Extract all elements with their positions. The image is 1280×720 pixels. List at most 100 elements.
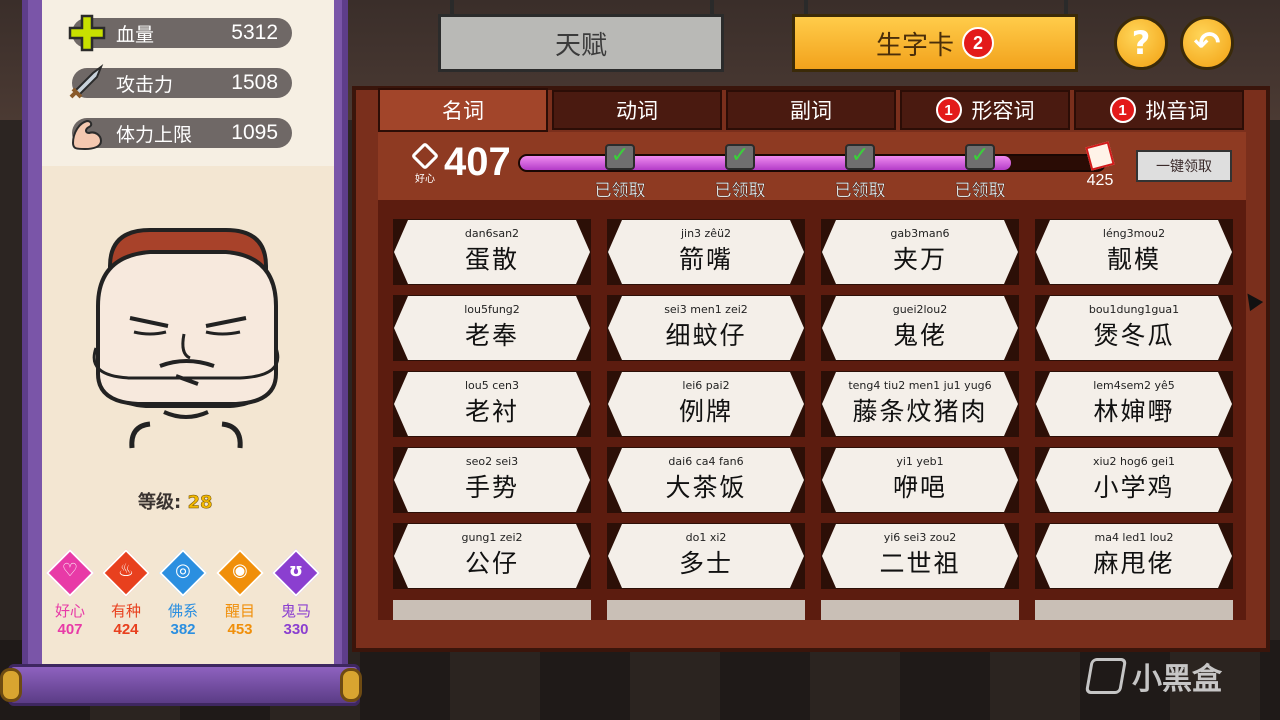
next-reward[interactable]: 425 (1080, 141, 1120, 190)
word-card-pinyin: do1 xi2 (685, 531, 727, 544)
attribute-glyph: ʊ (289, 560, 303, 581)
word-card-pinyin: lem4sem2 yê5 (1093, 379, 1175, 392)
watermark: 小黑盒 (1084, 654, 1222, 698)
attribute-value: 453 (227, 621, 253, 638)
tab-onomatopoeia[interactable]: 1 拟音词 (1074, 90, 1244, 130)
word-card-characters: 靓模 (1106, 245, 1161, 274)
word-card[interactable]: lei6 pai2 例牌 (608, 372, 804, 436)
word-card-pinyin: lou5fung2 (464, 303, 520, 316)
stat-attack: 攻击力 1508 (69, 64, 292, 99)
word-card[interactable]: guei2lou2 鬼佬 (822, 296, 1018, 360)
milestone-status: 已领取 (954, 181, 1006, 201)
attribute-value: 382 (170, 621, 196, 638)
word-card[interactable]: xiu2 hog6 gei1 小学鸡 (1036, 448, 1232, 512)
word-card[interactable]: yi1 yeb1 咿唈 (822, 448, 1018, 512)
word-card-characters: 煲冬瓜 (1093, 321, 1175, 350)
tab-adjectives[interactable]: 1 形容词 (900, 90, 1070, 130)
attribute-xingmu[interactable]: ◉ 醒目 453 (212, 548, 268, 638)
attribute-foxi[interactable]: ◎ 佛系 382 (155, 548, 211, 638)
word-card[interactable]: lem4sem2 yê5 林婶嘢 (1036, 372, 1232, 436)
attribute-glyph: ◎ (175, 560, 191, 581)
attribute-name: 佛系 (167, 602, 198, 620)
milestone-status: 已领取 (834, 181, 886, 201)
word-cards-sign-button[interactable]: 生字卡 2 (792, 14, 1078, 72)
word-card-pinyin: seo2 sei3 (465, 455, 519, 468)
word-card-pinyin: yi6 sei3 zou2 (883, 531, 957, 544)
word-card-pinyin: lei6 pai2 (682, 379, 730, 392)
back-button[interactable]: ↶ (1180, 16, 1234, 70)
word-card[interactable]: bou1dung1gua1 煲冬瓜 (1036, 296, 1232, 360)
word-card-characters: 老奉 (464, 321, 519, 350)
word-card-pinyin: sei3 men1 zei2 (664, 303, 748, 316)
word-card[interactable]: do1 xi2 多士 (608, 524, 804, 588)
watermark-logo-icon (1084, 658, 1128, 694)
help-button[interactable]: ? (1114, 16, 1168, 70)
word-card[interactable]: lou5 cen3 老衬 (394, 372, 590, 436)
attribute-name: 有种 (110, 602, 141, 620)
word-card-characters: 蛋散 (464, 245, 519, 274)
stat-hp: 血量 5312 (68, 14, 292, 52)
level-value: 28 (187, 492, 213, 514)
tab-label: 副词 (790, 99, 832, 123)
question-mark-icon: ? (1131, 24, 1151, 62)
stat-stamina: 体力上限 1095 (71, 118, 292, 151)
milestone-status: 已领取 (714, 181, 766, 201)
tab-badge: 1 (935, 97, 962, 123)
claim-all-button[interactable]: 一键领取 (1136, 150, 1232, 182)
word-card-partial (1035, 600, 1233, 620)
sword-icon (66, 62, 108, 104)
scroll-rod (8, 664, 360, 706)
word-card-pinyin: ma4 led1 lou2 (1094, 531, 1174, 544)
word-card[interactable]: gab3man6 夹万 (822, 220, 1018, 284)
word-card-characters: 夹万 (892, 245, 947, 274)
word-card-characters: 手势 (464, 473, 519, 502)
tab-label: 名词 (442, 99, 484, 123)
next-reward-threshold: 425 (1086, 172, 1114, 189)
milestone-reward[interactable]: ✓ 已领取 (940, 144, 1020, 201)
tab-verbs[interactable]: 动词 (552, 90, 722, 130)
word-card[interactable]: seo2 sei3 手势 (394, 448, 590, 512)
milestone-reward[interactable]: ✓ 已领取 (820, 144, 900, 201)
milestone-reward[interactable]: ✓ 已领取 (700, 144, 780, 201)
attribute-haoxin[interactable]: ♡ 好心 407 (42, 548, 98, 638)
watermark-text: 小黑盒 (1132, 662, 1222, 697)
tab-adverbs[interactable]: 副词 (726, 90, 896, 130)
word-card-characters: 林婶嘢 (1093, 397, 1175, 426)
word-card-pinyin: jin3 zêü2 (680, 227, 732, 240)
word-card[interactable]: teng4 tiu2 men1 ju1 yug6 藤条炆猪肉 (822, 372, 1018, 436)
attribute-youzhong[interactable]: ♨ 有种 424 (98, 548, 154, 638)
tab-nouns[interactable]: 名词 (378, 88, 548, 132)
word-card-pinyin: lou5 cen3 (464, 379, 520, 392)
word-card-characters: 二世祖 (879, 549, 961, 578)
word-card[interactable]: jin3 zêü2 箭嘴 (608, 220, 804, 284)
word-card-pinyin: gab3man6 (890, 227, 950, 240)
muscle-arm-icon (66, 112, 108, 154)
word-card[interactable]: dan6san2 蛋散 (394, 220, 590, 284)
word-card-pinyin: yi1 yeb1 (896, 455, 944, 468)
stat-attack-label: 攻击力 (116, 73, 174, 96)
word-card-characters: 老衬 (464, 397, 519, 426)
word-card-characters: 鬼佬 (892, 321, 947, 350)
attribute-name: 鬼马 (280, 602, 311, 620)
talent-sign-label: 天赋 (554, 30, 607, 61)
word-card[interactable]: sei3 men1 zei2 细蚊仔 (608, 296, 804, 360)
word-card[interactable]: léng3mou2 靓模 (1036, 220, 1232, 284)
word-card-characters: 箭嘴 (678, 245, 733, 274)
word-card-pinyin: bou1dung1gua1 (1088, 303, 1180, 316)
talent-sign-button[interactable]: 天赋 (438, 14, 724, 72)
milestone-reward[interactable]: ✓ 已领取 (580, 144, 660, 201)
word-card[interactable]: dai6 ca4 fan6 大茶饭 (608, 448, 804, 512)
word-card[interactable]: ma4 led1 lou2 麻甩佬 (1036, 524, 1232, 588)
stat-stamina-value: 1095 (231, 121, 278, 144)
word-card-pinyin: gung1 zei2 (461, 531, 523, 544)
word-card[interactable]: lou5fung2 老奉 (394, 296, 590, 360)
check-icon: ✓ (725, 144, 755, 170)
attribute-value: 424 (113, 621, 139, 638)
word-card[interactable]: yi6 sei3 zou2 二世祖 (822, 524, 1018, 588)
word-card[interactable]: gung1 zei2 公仔 (394, 524, 590, 588)
tab-label: 动词 (616, 99, 658, 123)
milestone-status: 已领取 (594, 181, 646, 201)
word-card-pinyin: guei2lou2 (892, 303, 948, 316)
attribute-name: 好心 (54, 602, 85, 620)
attribute-guima[interactable]: ʊ 鬼马 330 (268, 548, 324, 638)
